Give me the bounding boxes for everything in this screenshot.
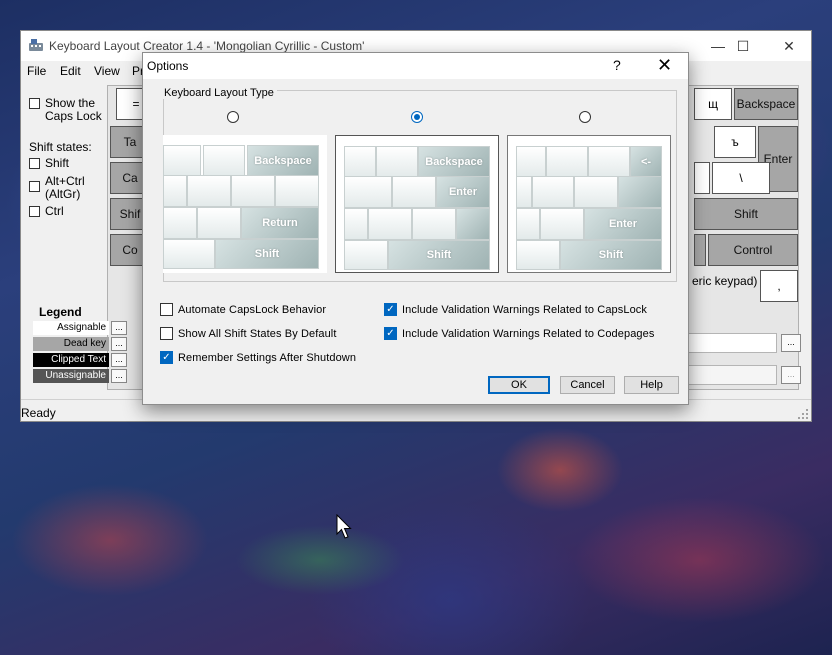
capslock-warnings-label: Include Validation Warnings Related to C…	[402, 303, 648, 316]
key-blank-1[interactable]	[694, 162, 710, 194]
mouse-pointer-icon	[336, 514, 352, 539]
remember-settings-option[interactable]: ✓ Remember Settings After Shutdown	[160, 351, 356, 364]
key-control-right[interactable]: Control	[708, 234, 798, 266]
altgr-toggle[interactable]: Alt+Ctrl (AltGr)	[29, 175, 91, 201]
layout-type-group-label: Keyboard Layout Type	[161, 87, 277, 99]
dialog-close-icon[interactable]: ✕	[657, 55, 672, 76]
key-name-field-button[interactable]: ...	[781, 334, 801, 352]
legend-clipped-text-button[interactable]: ...	[111, 353, 127, 367]
legend-dead-key-button[interactable]: ...	[111, 337, 127, 351]
layout-preview-3[interactable]: <- Enter Shift	[507, 135, 671, 273]
shift-checkbox[interactable]	[29, 158, 40, 169]
legend-clipped-text: Clipped Text	[33, 353, 109, 367]
automate-capslock-checkbox[interactable]	[160, 303, 173, 316]
key-hard-sign[interactable]: ъ	[714, 126, 756, 158]
show-all-shift-states-option[interactable]: Show All Shift States By Default	[160, 327, 337, 340]
help-button[interactable]: Help	[624, 376, 679, 394]
numeric-keypad-label: eric keypad)	[692, 274, 758, 288]
legend-assignable-button[interactable]: ...	[111, 321, 127, 335]
legend-unassignable: Unassignable	[33, 369, 109, 383]
dialog-title: Options	[147, 59, 189, 73]
keyboard-app-icon	[29, 39, 43, 51]
shift-toggle[interactable]: Shift	[29, 157, 69, 170]
shift-states-label: Shift states:	[29, 140, 92, 154]
resize-grip-icon[interactable]	[797, 408, 809, 420]
description-field-button[interactable]: ...	[781, 366, 801, 384]
show-all-shift-states-label: Show All Shift States By Default	[178, 327, 337, 340]
menu-view[interactable]: View	[94, 64, 120, 78]
altgr-checkbox[interactable]	[29, 181, 40, 192]
layout-preview-1[interactable]: Backspace Return Shift	[163, 135, 327, 273]
caps-lock-label: Show the Caps Lock	[45, 96, 102, 123]
key-backspace[interactable]: Backspace	[734, 88, 798, 120]
ctrl-checkbox[interactable]	[29, 206, 40, 217]
preview-2-shift: Shift	[388, 240, 490, 270]
legend-assignable: Assignable	[33, 321, 109, 335]
preview-3-enter: Enter	[584, 208, 662, 240]
show-all-shift-states-checkbox[interactable]	[160, 327, 173, 340]
preview-2-enter: Enter	[436, 176, 490, 208]
menu-file[interactable]: File	[27, 64, 46, 78]
layout-type-radio-2[interactable]	[411, 111, 423, 123]
preview-1-return: Return	[241, 207, 319, 239]
shift-states-heading: Shift states:	[29, 141, 92, 154]
key-shift-right[interactable]: Shift	[694, 198, 798, 230]
capslock-warnings-checkbox[interactable]: ✓	[384, 303, 397, 316]
key-blank-2[interactable]	[694, 234, 706, 266]
preview-1-shift: Shift	[215, 239, 319, 269]
dialog-titlebar[interactable]: Options ? ✕	[143, 53, 688, 79]
layout-type-radio-3[interactable]	[579, 111, 591, 123]
preview-3-shift: Shift	[560, 240, 662, 270]
maximize-button[interactable]: ☐	[726, 35, 760, 57]
key-backslash[interactable]: \	[712, 162, 770, 194]
codepages-warnings-checkbox[interactable]: ✓	[384, 327, 397, 340]
capslock-warnings-option[interactable]: ✓ Include Validation Warnings Related to…	[384, 303, 647, 316]
caps-lock-toggle[interactable]: Show the Caps Lock	[29, 97, 107, 123]
ctrl-toggle[interactable]: Ctrl	[29, 205, 64, 218]
ok-button[interactable]: OK	[488, 376, 550, 394]
altgr-label: Alt+Ctrl (AltGr)	[45, 174, 85, 201]
cancel-button[interactable]: Cancel	[560, 376, 615, 394]
preview-1-backspace: Backspace	[247, 145, 319, 177]
key-comma[interactable]: ,	[760, 270, 798, 302]
preview-3-back: <-	[630, 146, 662, 178]
caps-lock-checkbox[interactable]	[29, 98, 40, 109]
remember-settings-checkbox[interactable]: ✓	[160, 351, 173, 364]
dialog-help-icon[interactable]: ?	[613, 57, 621, 73]
menu-edit[interactable]: Edit	[60, 64, 81, 78]
preview-2-backspace: Backspace	[418, 146, 490, 178]
layout-type-radio-1[interactable]	[227, 111, 239, 123]
automate-capslock-option[interactable]: Automate CapsLock Behavior	[160, 303, 326, 316]
ctrl-label: Ctrl	[45, 204, 64, 218]
legend-dead-key: Dead key	[33, 337, 109, 351]
close-button[interactable]: ✕	[772, 35, 806, 57]
key-shcha[interactable]: щ	[694, 88, 732, 120]
codepages-warnings-label: Include Validation Warnings Related to C…	[402, 327, 655, 340]
legend-unassignable-button[interactable]: ...	[111, 369, 127, 383]
status-text: Ready	[21, 406, 56, 420]
shift-label: Shift	[45, 156, 70, 170]
codepages-warnings-option[interactable]: ✓ Include Validation Warnings Related to…	[384, 327, 654, 340]
legend-title: Legend	[39, 305, 82, 319]
remember-settings-label: Remember Settings After Shutdown	[178, 351, 357, 364]
layout-preview-2[interactable]: Backspace Enter Shift	[335, 135, 499, 273]
options-dialog: Options ? ✕ Keyboard Layout Type Backspa…	[142, 52, 689, 405]
main-window-title: Keyboard Layout Creator 1.4 - 'Mongolian…	[49, 39, 365, 53]
automate-capslock-label: Automate CapsLock Behavior	[178, 303, 327, 316]
